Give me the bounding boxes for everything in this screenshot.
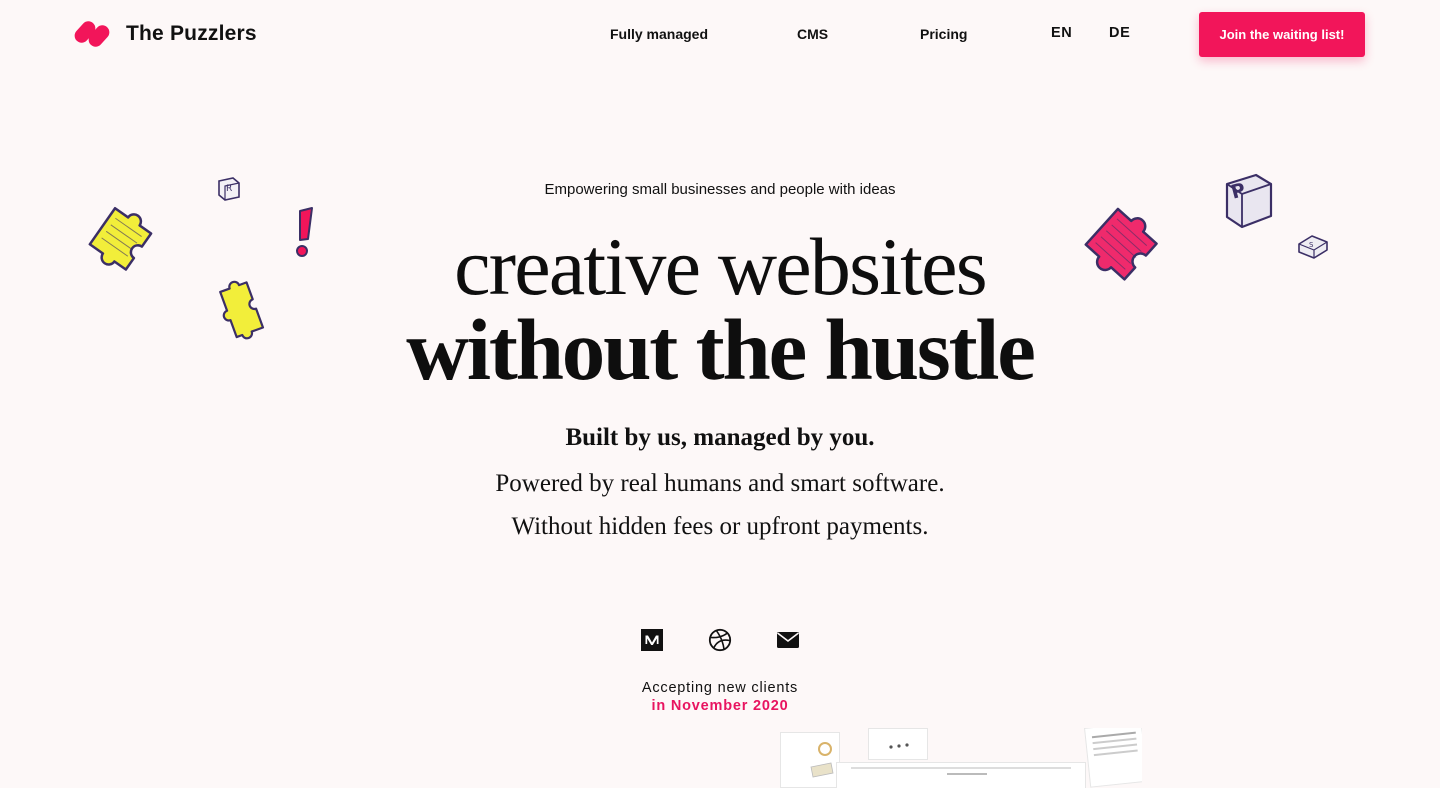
logo-mark-icon <box>74 21 110 47</box>
jewelry-image-icon <box>810 742 834 778</box>
lang-switch-en[interactable]: EN <box>1039 25 1084 44</box>
hero-tagline: Empowering small businesses and people w… <box>544 181 896 198</box>
nav-cms[interactable]: CMS <box>797 26 828 42</box>
subhead-highlight: Built by us, managed by you. <box>564 424 876 451</box>
availability-date: in November 2020 <box>651 698 789 714</box>
mail-icon[interactable] <box>776 628 800 652</box>
nav-pricing[interactable]: Pricing <box>920 26 967 42</box>
landing-page: The Puzzlers Fully managed CMS Pricing E… <box>0 0 1440 788</box>
availability-label: Accepting new clients <box>641 680 799 696</box>
dots-image-icon <box>889 743 909 749</box>
subhead-line2: Powered by real humans and smart softwar… <box>495 470 945 497</box>
portfolio-preview <box>780 728 1142 788</box>
subhead-line3: Without hidden fees or upfront payments. <box>511 513 929 540</box>
dribbble-icon[interactable] <box>708 628 732 652</box>
preview-thumb-1 <box>780 732 840 788</box>
hero-headline-line1: creative websites <box>454 221 988 312</box>
nav-fully-managed[interactable]: Fully managed <box>610 26 708 42</box>
subhead-highlight-row: Built by us, managed by you. <box>0 424 1440 452</box>
preview-site-screenshot <box>836 762 1086 788</box>
preview-thumb-2 <box>868 728 928 760</box>
brand-logo[interactable]: The Puzzlers <box>72 20 257 48</box>
lang-switch-de[interactable]: DE <box>1109 25 1130 41</box>
brand-name: The Puzzlers <box>126 22 257 45</box>
hero-headline-line2: without the hustle <box>406 301 1036 398</box>
medium-icon[interactable] <box>640 628 664 652</box>
preview-thumb-3 <box>1084 728 1142 788</box>
join-waiting-list-button[interactable]: Join the waiting list! <box>1199 12 1365 57</box>
